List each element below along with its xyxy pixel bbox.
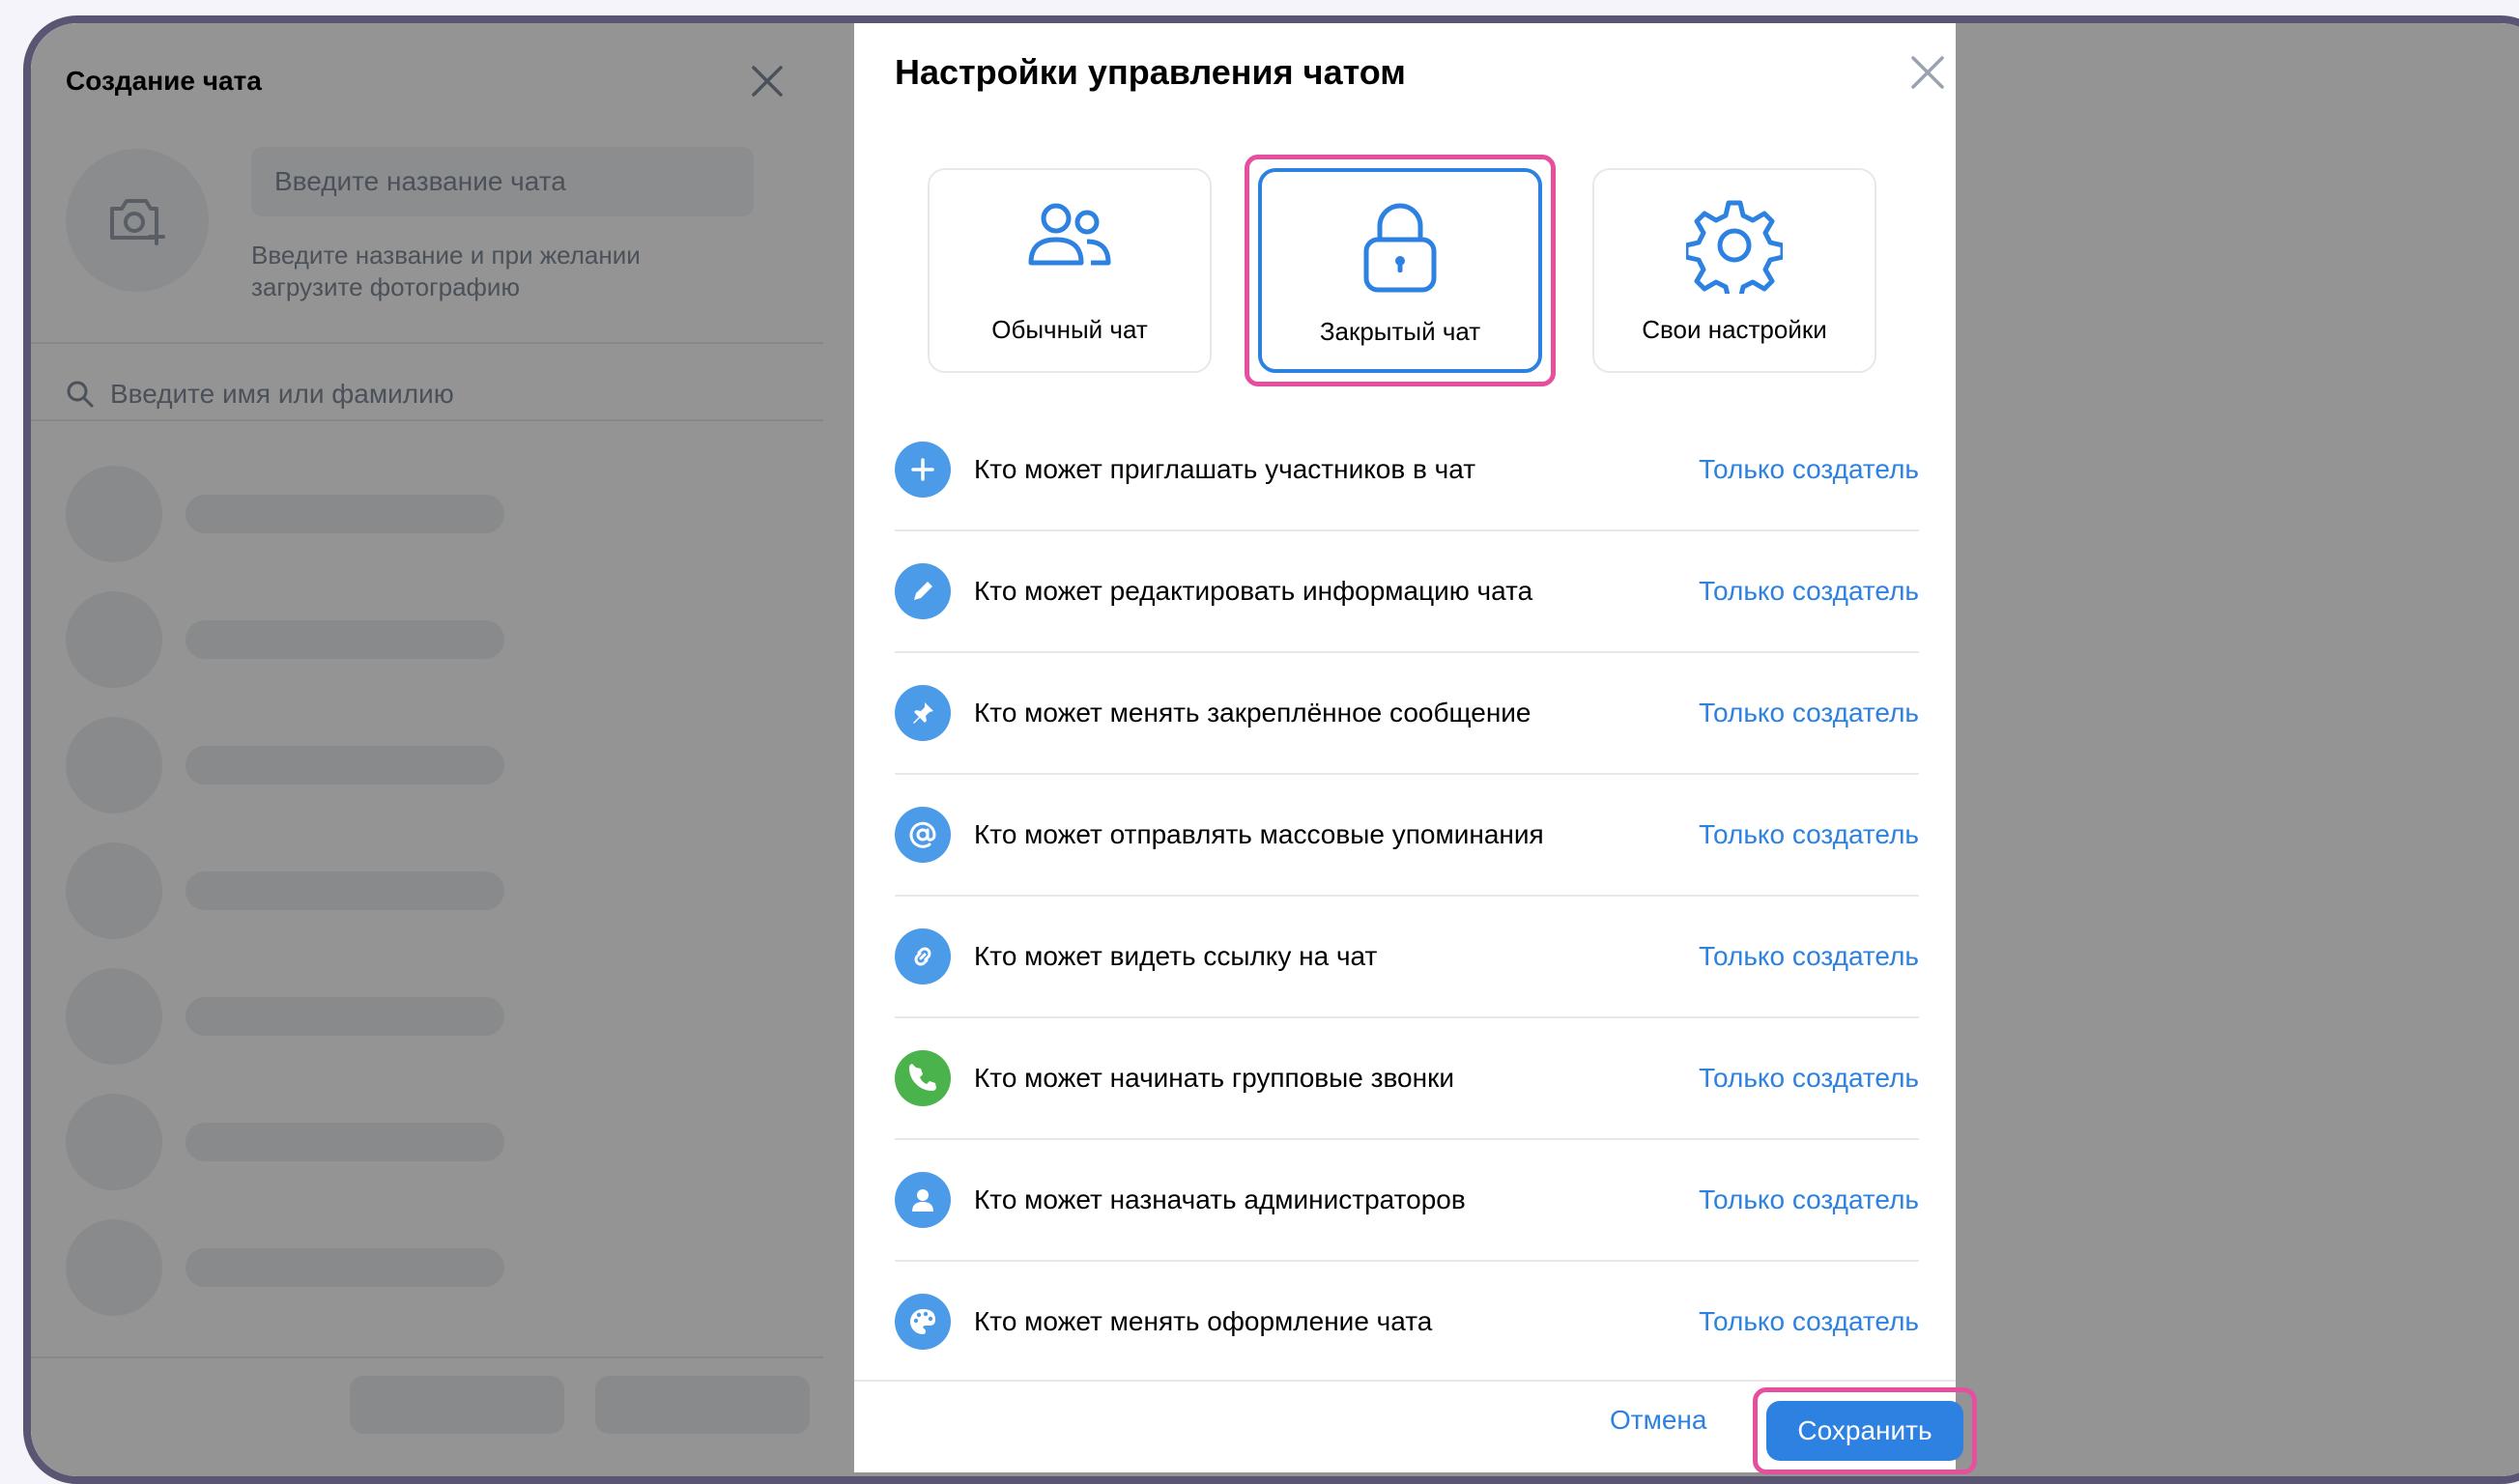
chat-settings-modal: Настройки управления чатом Обычный чат З… — [854, 23, 1977, 1474]
permission-value[interactable]: Только создатель — [1699, 941, 1919, 972]
permission-row[interactable]: Кто может менять закреплённое сообщение … — [895, 653, 1919, 775]
permission-value[interactable]: Только создатель — [1699, 1063, 1919, 1094]
footer-divider — [854, 1380, 1956, 1382]
pencil-icon — [895, 563, 951, 619]
permission-label: Кто может менять оформление чата — [974, 1306, 1433, 1336]
modal-title: Настройки управления чатом — [895, 52, 1406, 92]
link-icon — [895, 928, 951, 985]
at-icon — [895, 807, 951, 863]
permission-row[interactable]: Кто может отправлять массовые упоминания… — [895, 775, 1919, 897]
selection-highlight — [1245, 155, 1556, 386]
permission-label: Кто может редактировать информацию чата — [974, 576, 1533, 606]
phone-icon — [895, 1050, 951, 1106]
permission-value[interactable]: Только создатель — [1699, 698, 1919, 728]
permission-label: Кто может видеть ссылку на чат — [974, 941, 1378, 971]
preset-custom-settings[interactable]: Свои настройки — [1592, 168, 1876, 373]
device-frame: Создание чата Введите название чата Введ… — [23, 15, 2519, 1484]
permission-row[interactable]: Кто может назначать администраторов Толь… — [895, 1140, 1919, 1262]
palette-icon — [895, 1294, 951, 1350]
pin-icon — [895, 685, 951, 741]
permission-value[interactable]: Только создатель — [1699, 1306, 1919, 1337]
preset-regular-chat[interactable]: Обычный чат — [928, 168, 1212, 373]
permission-value[interactable]: Только создатель — [1699, 1184, 1919, 1215]
permission-label: Кто может назначать администраторов — [974, 1184, 1466, 1214]
permission-row[interactable]: Кто может приглашать участников в чат То… — [895, 410, 1919, 531]
permissions-list: Кто может приглашать участников в чат То… — [895, 410, 1919, 1382]
permission-value[interactable]: Только создатель — [1699, 454, 1919, 485]
users-icon — [1028, 203, 1111, 266]
screen: Создание чата Введите название чата Введ… — [31, 23, 2519, 1476]
save-highlight — [1753, 1387, 1977, 1474]
permission-row[interactable]: Кто может видеть ссылку на чат Только со… — [895, 897, 1919, 1018]
permission-value[interactable]: Только создатель — [1699, 576, 1919, 607]
permission-label: Кто может менять закреплённое сообщение — [974, 698, 1531, 728]
plus-icon — [895, 442, 951, 498]
permission-label: Кто может начинать групповые звонки — [974, 1063, 1454, 1093]
permission-row[interactable]: Кто может менять оформление чата Только … — [895, 1262, 1919, 1382]
permission-row[interactable]: Кто может редактировать информацию чата … — [895, 531, 1919, 653]
user-icon — [895, 1172, 951, 1228]
preset-label: Обычный чат — [991, 315, 1148, 344]
permission-row[interactable]: Кто может начинать групповые звонки Толь… — [895, 1018, 1919, 1140]
permission-value[interactable]: Только создатель — [1699, 819, 1919, 850]
cancel-button[interactable]: Отмена — [1610, 1405, 1706, 1436]
preset-label: Свои настройки — [1642, 315, 1827, 344]
permission-label: Кто может отправлять массовые упоминания — [974, 819, 1544, 849]
close-icon[interactable] — [1905, 50, 1950, 95]
gear-icon — [1686, 200, 1783, 294]
permission-label: Кто может приглашать участников в чат — [974, 454, 1476, 484]
